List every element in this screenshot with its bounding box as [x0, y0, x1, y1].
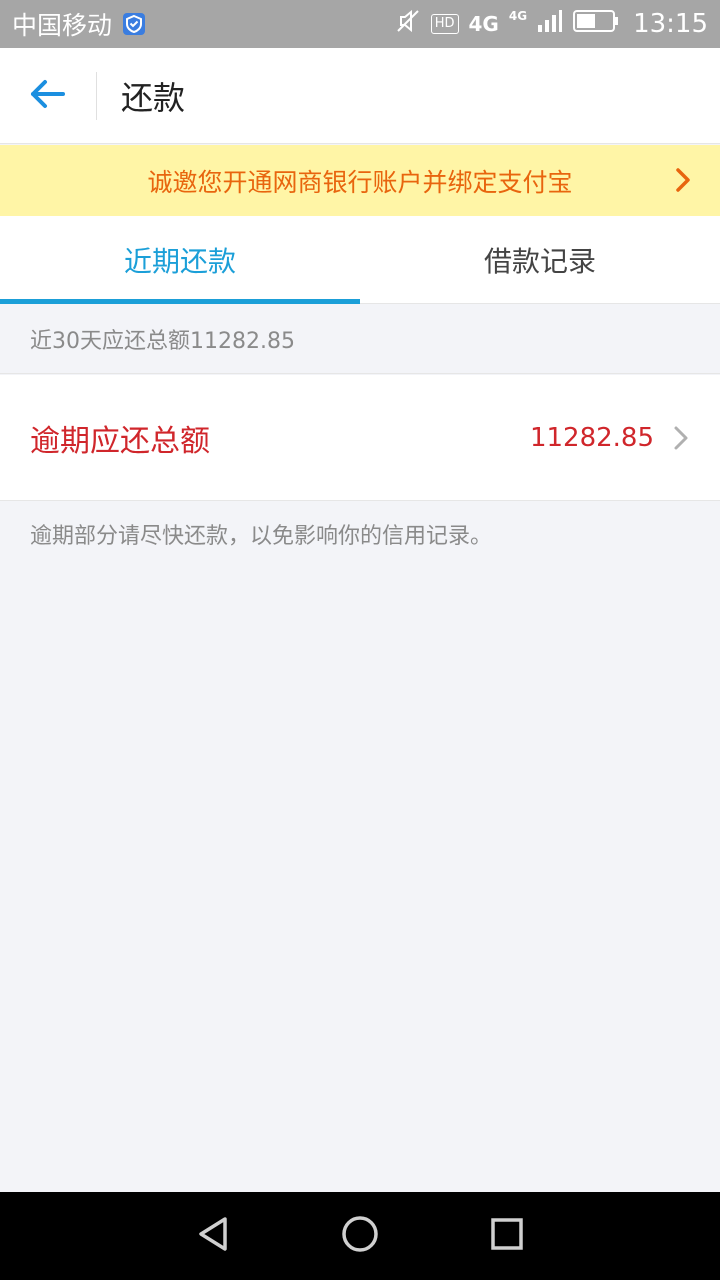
promo-banner-text: 诚邀您开通网商银行账户并绑定支付宝 [147, 167, 573, 197]
chevron-right-icon [672, 425, 690, 451]
arrow-left-icon [30, 79, 66, 113]
clock: 13:15 [633, 9, 708, 39]
mute-icon [395, 8, 421, 40]
nav-back-button[interactable] [183, 1206, 243, 1266]
header: 还款 [0, 48, 720, 144]
carrier-label: 中国移动 [12, 6, 146, 42]
tab-loan-records[interactable]: 借款记录 [360, 216, 720, 303]
triangle-back-icon [193, 1214, 233, 1258]
overdue-total-label: 逾期应还总额 [30, 423, 210, 459]
tab-bar: 近期还款 借款记录 [0, 216, 720, 304]
nav-home-button[interactable] [330, 1206, 390, 1266]
system-nav-bar [0, 1192, 720, 1280]
battery-icon [573, 9, 619, 39]
tab-recent-repayment[interactable]: 近期还款 [0, 216, 360, 304]
status-bar: 中国移动 HD 4G 4G 13:15 [0, 0, 720, 48]
signal-icon [537, 9, 563, 39]
overdue-note: 逾期部分请尽快还款，以免影响你的信用记录。 [30, 524, 493, 549]
network-type-label: 4G [468, 12, 499, 36]
security-shield-icon [122, 12, 146, 36]
chevron-right-icon [670, 167, 696, 193]
circle-home-icon [340, 1214, 380, 1258]
nav-recent-button[interactable] [477, 1206, 537, 1266]
carrier-name: 中国移动 [12, 11, 113, 40]
page-title: 还款 [121, 78, 186, 117]
status-icons: HD 4G 4G 13:15 [395, 8, 708, 40]
repayment-summary: 近30天应还总额11282.85 [0, 304, 720, 374]
network-type-small-label: 4G [508, 9, 528, 23]
overdue-total-row[interactable]: 逾期应还总额 11282.85 [0, 375, 720, 501]
overdue-total-amount: 11282.85 [529, 422, 654, 453]
hd-badge: HD [430, 14, 459, 34]
back-button[interactable] [0, 48, 96, 144]
promo-banner[interactable]: 诚邀您开通网商银行账户并绑定支付宝 [0, 145, 720, 216]
header-divider [96, 71, 97, 120]
square-recent-icon [487, 1214, 527, 1258]
